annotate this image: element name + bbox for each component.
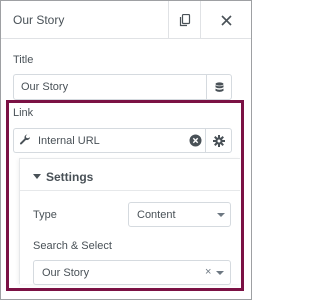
chevron-down-icon: [216, 271, 224, 275]
search-select-label: Search & Select: [33, 240, 112, 252]
title-input[interactable]: [13, 74, 206, 100]
database-icon: [215, 81, 223, 92]
link-settings-button[interactable]: [205, 128, 232, 153]
link-label: Link: [13, 107, 34, 119]
close-button[interactable]: [201, 1, 251, 39]
duplicate-button[interactable]: [169, 1, 200, 39]
type-select-value: Content: [137, 209, 176, 221]
wrench-icon: [20, 134, 30, 145]
title-label: Title: [13, 54, 34, 66]
settings-divider: [19, 190, 240, 191]
clear-icon[interactable]: [189, 134, 202, 147]
type-select[interactable]: Content: [128, 202, 231, 227]
link-value: Internal URL: [38, 135, 100, 147]
dynamic-tags-button[interactable]: [206, 74, 232, 100]
link-input[interactable]: Internal URL: [13, 128, 205, 153]
panel-header: Our Story: [1, 1, 251, 39]
widget-settings-panel: Our Story Title Link Internal URL: [0, 0, 252, 300]
settings-heading[interactable]: Settings: [46, 170, 93, 184]
copy-icon: [179, 13, 190, 26]
caret-down-icon[interactable]: [33, 174, 41, 179]
close-icon: [220, 14, 232, 26]
panel-title: Our Story: [13, 13, 65, 27]
type-label: Type: [33, 209, 57, 221]
search-select[interactable]: Our Story ×: [33, 260, 231, 285]
clear-selection-icon[interactable]: ×: [205, 266, 211, 278]
search-select-value: Our Story: [42, 267, 90, 279]
gear-icon: [212, 134, 225, 147]
chevron-down-icon: [217, 213, 225, 217]
